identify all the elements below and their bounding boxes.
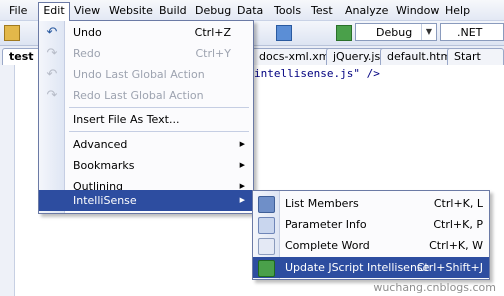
parameter-info-label: Parameter Info — [285, 218, 367, 231]
update-jscript-shortcut: Ctrl+Shift+J — [416, 261, 483, 274]
update-jscript-label: Update JScript Intellisense — [285, 261, 430, 274]
edit-menu-dropdown: ↶ Undo Ctrl+Z ↷ Redo Ctrl+Y ↶ Undo Last … — [38, 20, 254, 214]
menu-item-intellisense[interactable]: IntelliSense ▶ — [39, 190, 253, 211]
menu-item-redo-global[interactable]: ↷ Redo Last Global Action — [39, 85, 253, 106]
redo-label: Redo — [73, 47, 101, 60]
list-members-label: List Members — [285, 197, 359, 210]
new-project-icon[interactable] — [4, 25, 20, 41]
parameter-info-icon — [258, 217, 275, 234]
watermark: wuchang.cnblogs.com — [373, 281, 496, 294]
bookmarks-label: Bookmarks — [73, 159, 135, 172]
complete-word-icon — [258, 238, 275, 255]
undo-global-icon: ↶ — [46, 66, 58, 82]
menu-edit[interactable]: Edit — [38, 2, 70, 21]
menu-window[interactable]: Window — [396, 3, 439, 19]
menu-analyze[interactable]: Analyze — [345, 3, 388, 19]
chevron-down-icon: ▼ — [421, 24, 436, 40]
start-debug-icon[interactable] — [336, 25, 352, 41]
menu-separator — [69, 107, 249, 108]
menu-item-redo[interactable]: ↷ Redo Ctrl+Y — [39, 43, 253, 64]
menu-data[interactable]: Data — [237, 3, 263, 19]
menu-item-insert-file[interactable]: Insert File As Text... — [39, 109, 253, 130]
menu-test[interactable]: Test — [311, 3, 333, 19]
intellisense-label: IntelliSense — [73, 194, 137, 207]
parameter-info-shortcut: Ctrl+K, P — [433, 218, 483, 231]
menu-item-bookmarks[interactable]: Bookmarks ▶ — [39, 155, 253, 176]
platform-select[interactable]: .NET — [440, 23, 504, 41]
menu-bar: File Edit View Website Build Debug Data … — [0, 0, 504, 21]
menu-website[interactable]: Website — [109, 3, 153, 19]
advanced-label: Advanced — [73, 138, 128, 151]
menu-item-update-jscript-intellisense[interactable]: Update JScript Intellisense Ctrl+Shift+J — [253, 257, 489, 278]
list-members-icon — [258, 196, 275, 213]
editor-gutter — [0, 65, 15, 296]
undo-icon: ↶ — [46, 24, 58, 40]
menu-item-advanced[interactable]: Advanced ▶ — [39, 134, 253, 155]
list-members-shortcut: Ctrl+K, L — [433, 197, 483, 210]
menu-separator — [69, 131, 249, 132]
menu-item-complete-word[interactable]: Complete Word Ctrl+K, W — [253, 235, 489, 256]
menu-view[interactable]: View — [74, 3, 100, 19]
menu-item-undo[interactable]: ↶ Undo Ctrl+Z — [39, 22, 253, 43]
submenu-arrow-icon: ▶ — [239, 196, 245, 204]
menu-tools[interactable]: Tools — [274, 3, 301, 19]
update-icon — [258, 260, 275, 277]
complete-word-shortcut: Ctrl+K, W — [429, 239, 483, 252]
platform-value: .NET — [457, 26, 483, 39]
solution-config-select[interactable]: Debug ▼ — [355, 23, 437, 41]
solution-config-value: Debug — [376, 26, 413, 39]
navigate-icon[interactable] — [276, 25, 292, 41]
redo-icon: ↷ — [46, 45, 58, 61]
submenu-arrow-icon: ▶ — [239, 161, 245, 169]
menu-build[interactable]: Build — [159, 3, 187, 19]
undo-shortcut: Ctrl+Z — [194, 26, 231, 39]
menu-item-list-members[interactable]: List Members Ctrl+K, L — [253, 193, 489, 214]
undo-label: Undo — [73, 26, 102, 39]
menu-help[interactable]: Help — [445, 3, 470, 19]
redo-shortcut: Ctrl+Y — [195, 47, 231, 60]
menu-item-parameter-info[interactable]: Parameter Info Ctrl+K, P — [253, 214, 489, 235]
code-line: intellisense.js" /> — [254, 67, 380, 80]
menu-debug[interactable]: Debug — [195, 3, 231, 19]
menu-item-undo-global[interactable]: ↶ Undo Last Global Action — [39, 64, 253, 85]
tab-test[interactable]: test — [2, 48, 41, 65]
complete-word-label: Complete Word — [285, 239, 370, 252]
undo-global-label: Undo Last Global Action — [73, 68, 205, 81]
redo-global-icon: ↷ — [46, 87, 58, 103]
tab-start-page[interactable]: Start Page — [447, 48, 504, 79]
insert-file-label: Insert File As Text... — [73, 113, 180, 126]
redo-global-label: Redo Last Global Action — [73, 89, 204, 102]
tab-jquery[interactable]: jQuery.js — [326, 48, 388, 65]
intellisense-submenu: List Members Ctrl+K, L Parameter Info Ct… — [252, 190, 490, 280]
submenu-arrow-icon: ▶ — [239, 140, 245, 148]
menu-file[interactable]: File — [9, 3, 27, 19]
